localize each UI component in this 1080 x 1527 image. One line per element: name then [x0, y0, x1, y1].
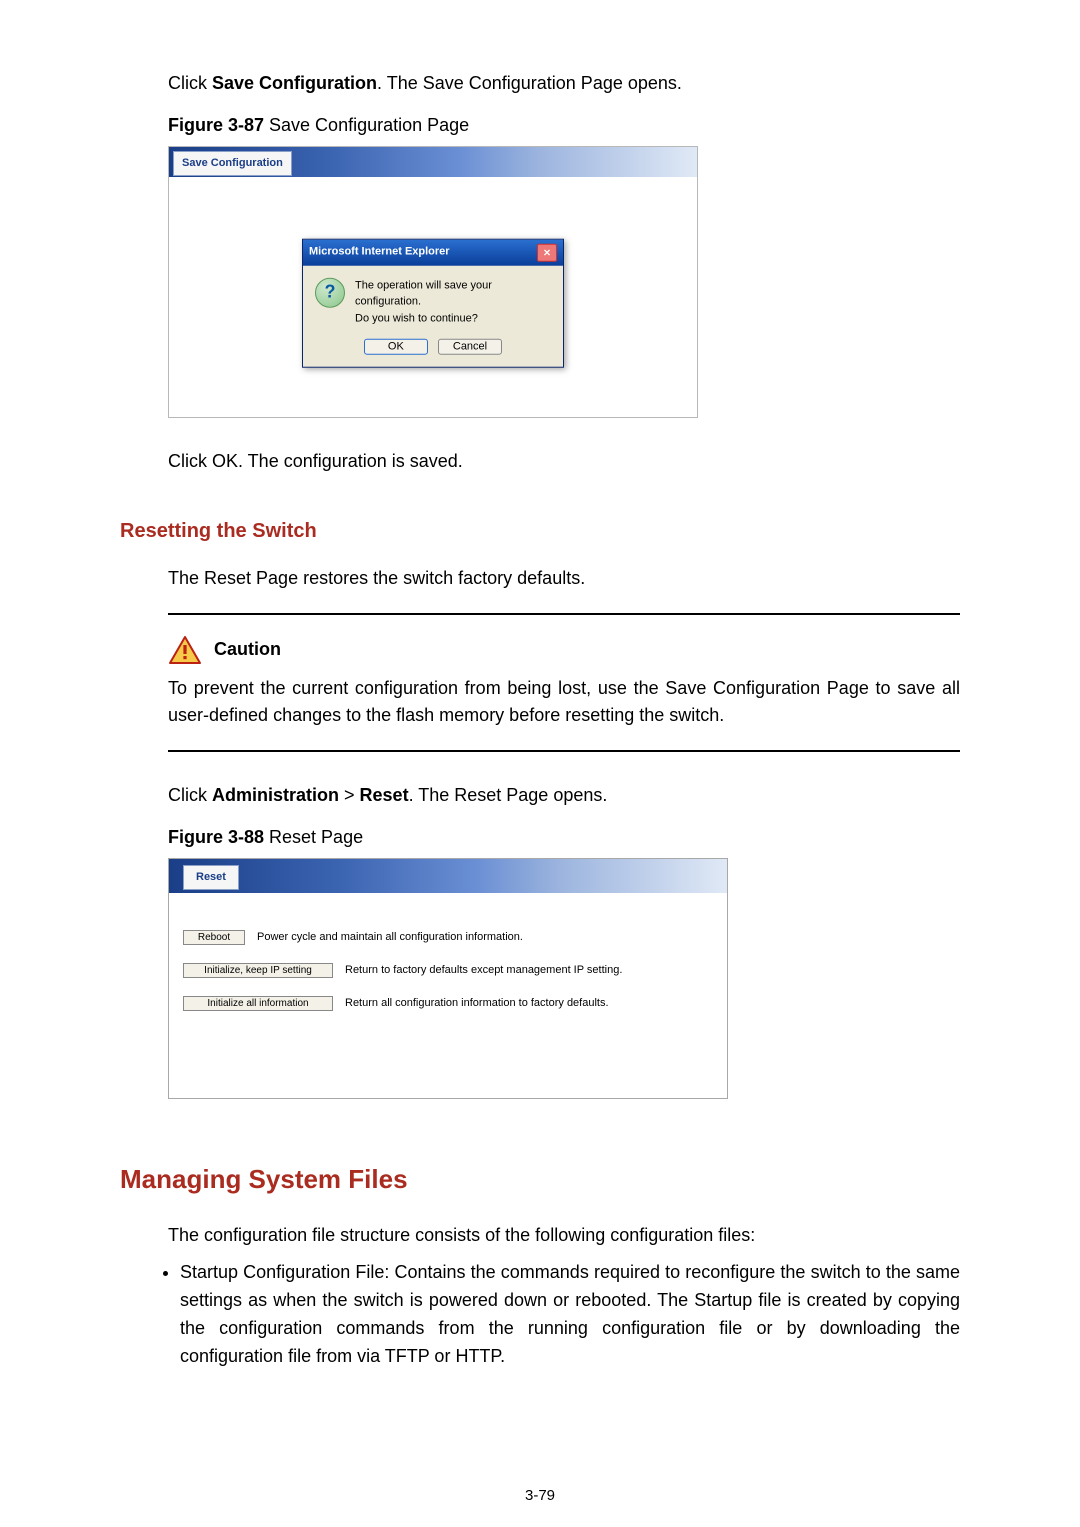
text-save-config-bold: Save Configuration — [212, 73, 377, 93]
fig88-row-init-keep-ip: Initialize, keep IP setting Return to fa… — [183, 962, 713, 979]
fig87-caption-text: Save Configuration Page — [269, 115, 469, 135]
text-reset-bold: Reset — [360, 785, 409, 805]
close-icon[interactable]: × — [537, 244, 557, 262]
fig87-caption: Figure 3-87 Save Configuration Page — [120, 112, 960, 140]
heading-managing-files: Managing System Files — [120, 1159, 960, 1199]
caution-block: Caution To prevent the current configura… — [120, 613, 960, 753]
caution-icon — [168, 635, 202, 665]
reboot-button[interactable]: Reboot — [183, 930, 245, 945]
fig88-wrapper: Reset Reboot Power cycle and maintain al… — [120, 858, 960, 1099]
cancel-button[interactable]: Cancel — [438, 339, 502, 355]
text-click: Click — [168, 73, 212, 93]
fig87-save-config-page: Save Configuration Microsoft Internet Ex… — [168, 146, 698, 418]
ie-dialog-buttons: OK Cancel — [303, 333, 563, 367]
fig88-caption: Figure 3-88 Reset Page — [120, 824, 960, 852]
fig88-caption-text: Reset Page — [269, 827, 363, 847]
page-number: 3-79 — [0, 1484, 1080, 1507]
paragraph-click-reset: Click Administration > Reset. The Reset … — [120, 782, 960, 810]
fig87-wrapper: Save Configuration Microsoft Internet Ex… — [120, 146, 960, 418]
paragraph-reset-intro: The Reset Page restores the switch facto… — [120, 565, 960, 593]
ie-dialog-title: Microsoft Internet Explorer — [309, 244, 450, 261]
fig88-row-reboot: Reboot Power cycle and maintain all conf… — [183, 929, 713, 946]
files-bullet-list: Startup Configuration File: Contains the… — [120, 1259, 960, 1371]
divider-top — [168, 613, 960, 615]
fig87-tab-save-config[interactable]: Save Configuration — [173, 151, 292, 176]
paragraph-files-intro: The configuration file structure consist… — [120, 1222, 960, 1250]
fig88-header-bar: Reset — [169, 859, 727, 893]
text-click-pre: Click — [168, 785, 212, 805]
initialize-keep-ip-button[interactable]: Initialize, keep IP setting — [183, 963, 333, 978]
ie-msg-line2: Do you wish to continue? — [355, 311, 551, 328]
ie-msg-line1: The operation will save your configurati… — [355, 278, 551, 311]
reboot-desc: Power cycle and maintain all configurati… — [257, 929, 523, 946]
init-keep-ip-desc: Return to factory defaults except manage… — [345, 962, 622, 979]
ie-dialog: Microsoft Internet Explorer × ? The oper… — [302, 239, 564, 369]
fig87-body: Microsoft Internet Explorer × ? The oper… — [169, 177, 697, 417]
text-click-after: . The Save Configuration Page opens. — [377, 73, 682, 93]
text-click-post: . The Reset Page opens. — [409, 785, 608, 805]
fig88-row-init-all: Initialize all information Return all co… — [183, 995, 713, 1012]
ie-dialog-message: The operation will save your configurati… — [355, 278, 551, 328]
fig88-body: Reboot Power cycle and maintain all conf… — [169, 893, 727, 1098]
caution-label: Caution — [214, 636, 281, 664]
question-icon: ? — [315, 278, 345, 308]
fig88-caption-prefix: Figure 3-88 — [168, 827, 269, 847]
ie-dialog-content: ? The operation will save your configura… — [303, 266, 563, 334]
heading-resetting-switch: Resetting the Switch — [120, 516, 960, 547]
caution-row: Caution — [168, 635, 960, 665]
fig87-caption-prefix: Figure 3-87 — [168, 115, 269, 135]
init-all-desc: Return all configuration information to … — [345, 995, 609, 1012]
text-sep: > — [339, 785, 360, 805]
paragraph-click-ok: Click OK. The configuration is saved. — [120, 448, 960, 476]
divider-bottom — [168, 750, 960, 752]
fig88-reset-page: Reset Reboot Power cycle and maintain al… — [168, 858, 728, 1099]
document-page: Click Save Configuration. The Save Confi… — [0, 0, 1080, 1527]
ok-button[interactable]: OK — [364, 339, 428, 355]
bullet-startup-config: Startup Configuration File: Contains the… — [180, 1259, 960, 1371]
caution-text: To prevent the current configuration fro… — [168, 675, 960, 731]
fig88-tab-reset[interactable]: Reset — [183, 865, 239, 890]
text-admin-bold: Administration — [212, 785, 339, 805]
initialize-all-button[interactable]: Initialize all information — [183, 996, 333, 1011]
ie-dialog-titlebar: Microsoft Internet Explorer × — [303, 240, 563, 266]
paragraph-click-save: Click Save Configuration. The Save Confi… — [120, 70, 960, 98]
